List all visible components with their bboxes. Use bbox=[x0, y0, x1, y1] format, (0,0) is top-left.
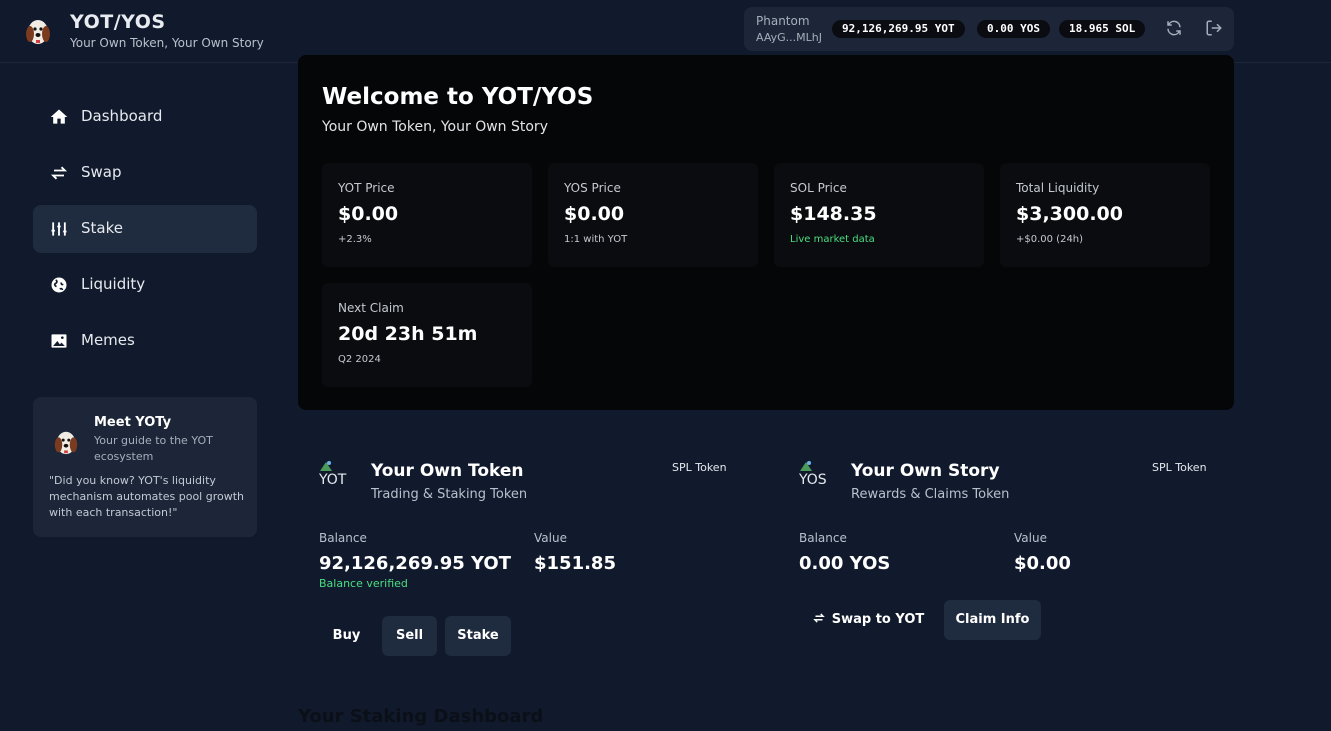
wallet-name: Phantom bbox=[756, 14, 810, 28]
yot-logo-icon: YOT bbox=[319, 460, 347, 494]
sidebar-item-liquidity[interactable]: Liquidity bbox=[33, 261, 257, 309]
stat-card-next-claim: Next Claim 20d 23h 51m Q2 2024 bbox=[322, 283, 532, 387]
broken-image-icon bbox=[800, 461, 812, 471]
home-icon bbox=[50, 109, 68, 124]
sidebar-item-memes[interactable]: Memes bbox=[33, 317, 257, 365]
swap-to-yot-button[interactable]: Swap to YOT bbox=[803, 600, 933, 640]
sidebar-item-label: Dashboard bbox=[81, 107, 163, 125]
yos-spl-badge: SPL Token bbox=[1152, 461, 1207, 474]
stat-label: Next Claim bbox=[338, 301, 404, 315]
yot-logo-alt: YOT bbox=[319, 472, 347, 488]
stat-label: SOL Price bbox=[790, 181, 847, 195]
yos-logo-alt: YOS bbox=[799, 472, 827, 488]
stat-value: $0.00 bbox=[338, 203, 399, 225]
swap-arrows-icon bbox=[50, 166, 68, 180]
broken-image-icon bbox=[320, 461, 332, 471]
stat-value: $148.35 bbox=[790, 203, 877, 225]
sol-balance-pill: 18.965 SOL bbox=[1059, 20, 1146, 38]
app-title: YOT/YOS bbox=[70, 11, 166, 33]
sidebar-item-stake[interactable]: Stake bbox=[33, 205, 257, 253]
sidebar-item-label: Liquidity bbox=[81, 275, 146, 293]
yot-balance-label: Balance bbox=[319, 531, 367, 545]
logout-icon[interactable] bbox=[1205, 19, 1223, 37]
stat-note: +$0.00 (24h) bbox=[1016, 234, 1084, 245]
welcome-subtitle: Your Own Token, Your Own Story bbox=[322, 119, 548, 135]
swap-arrows-icon bbox=[812, 613, 825, 623]
stat-card-total-liquidity: Total Liquidity $3,300.00 +$0.00 (24h) bbox=[1000, 163, 1210, 267]
app-subtitle: Your Own Token, Your Own Story bbox=[70, 36, 264, 50]
stat-card-yot-price: YOT Price $0.00 +2.3% bbox=[322, 163, 532, 267]
sliders-icon bbox=[51, 222, 67, 236]
stat-note: 1:1 with YOT bbox=[564, 234, 628, 245]
stake-button[interactable]: Stake bbox=[445, 616, 511, 656]
meet-description: Your guide to the YOT ecosystem bbox=[94, 434, 213, 463]
stat-card-yos-price: YOS Price $0.00 1:1 with YOT bbox=[548, 163, 758, 267]
stat-value: $3,300.00 bbox=[1016, 203, 1123, 225]
stat-label: YOS Price bbox=[564, 181, 621, 195]
stat-label: Total Liquidity bbox=[1016, 181, 1100, 195]
stat-note: Q2 2024 bbox=[338, 354, 381, 365]
yot-token-title: Your Own Token bbox=[371, 461, 524, 481]
yot-value: $151.85 bbox=[534, 553, 616, 574]
stat-label: YOT Price bbox=[338, 181, 395, 195]
sell-button[interactable]: Sell bbox=[382, 616, 437, 656]
sidebar-item-label: Stake bbox=[81, 219, 123, 237]
refresh-icon[interactable] bbox=[1165, 19, 1183, 37]
meet-title: Meet YOTy bbox=[94, 415, 172, 430]
yos-balance-value: 0.00 YOS bbox=[799, 553, 891, 574]
yos-token-title: Your Own Story bbox=[851, 461, 1000, 481]
stat-value: $0.00 bbox=[564, 203, 625, 225]
wallet-address[interactable]: AAyG...MLhJ bbox=[756, 31, 822, 44]
yot-value-label: Value bbox=[534, 531, 567, 545]
logo-icon[interactable] bbox=[24, 16, 52, 46]
yos-value-label: Value bbox=[1014, 531, 1047, 545]
yos-value: $0.00 bbox=[1014, 553, 1071, 574]
yot-balance-value: 92,126,269.95 YOT bbox=[319, 553, 511, 574]
sidebar-item-dashboard[interactable]: Dashboard bbox=[33, 93, 257, 141]
buy-button[interactable]: Buy bbox=[319, 616, 374, 656]
yot-balance-pill: 92,126,269.95 YOT bbox=[832, 20, 965, 38]
sidebar-item-swap[interactable]: Swap bbox=[33, 149, 257, 197]
yos-balance-pill: 0.00 YOS bbox=[977, 20, 1050, 38]
yoty-avatar-icon bbox=[54, 431, 78, 455]
yos-balance-label: Balance bbox=[799, 531, 847, 545]
stat-value: 20d 23h 51m bbox=[338, 323, 478, 345]
yot-token-subtitle: Trading & Staking Token bbox=[371, 487, 528, 502]
yos-logo-icon: YOS bbox=[799, 460, 827, 494]
yos-token-subtitle: Rewards & Claims Token bbox=[851, 487, 1010, 502]
claim-info-button[interactable]: Claim Info bbox=[944, 600, 1041, 640]
staking-dashboard-heading: Your Staking Dashboard bbox=[298, 706, 544, 727]
meet-quote: "Did you know? YOT's liquidity mechanism… bbox=[49, 474, 245, 519]
yot-spl-badge: SPL Token bbox=[672, 461, 727, 474]
yot-balance-verified: Balance verified bbox=[319, 577, 408, 590]
stat-note: +2.3% bbox=[338, 234, 372, 245]
stat-note: Live market data bbox=[790, 234, 875, 245]
sidebar-item-label: Memes bbox=[81, 331, 135, 349]
swap-to-yot-label: Swap to YOT bbox=[831, 612, 925, 627]
stat-card-sol-price: SOL Price $148.35 Live market data bbox=[774, 163, 984, 267]
sidebar-item-label: Swap bbox=[81, 163, 122, 181]
welcome-title: Welcome to YOT/YOS bbox=[322, 84, 594, 110]
globe-icon bbox=[51, 277, 67, 293]
image-icon bbox=[51, 334, 67, 348]
